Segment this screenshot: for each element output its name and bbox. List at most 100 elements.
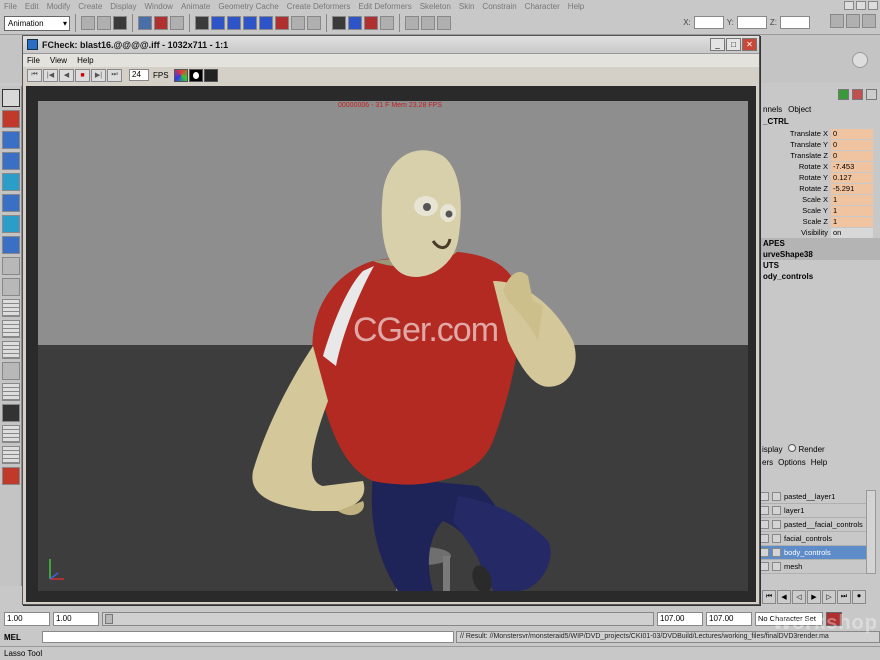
attribute-value[interactable]: 1	[831, 194, 873, 205]
fcheck-menu-view[interactable]: View	[50, 56, 67, 65]
template-toggle[interactable]	[772, 548, 781, 557]
menu-display[interactable]: Display	[106, 2, 140, 11]
stop-icon[interactable]: ■	[75, 68, 90, 82]
options-menu[interactable]: Options	[778, 458, 806, 470]
first-frame-icon[interactable]: ⏮	[27, 68, 42, 82]
menu-character[interactable]: Character	[521, 2, 564, 11]
attribute-row[interactable]: Rotate Y 0.127	[761, 172, 880, 183]
graph-editor-layout-icon[interactable]	[2, 446, 20, 464]
x-field[interactable]	[693, 16, 724, 29]
attribute-row[interactable]: Rotate X -7.453	[761, 161, 880, 172]
command-input[interactable]	[42, 631, 454, 643]
attribute-value[interactable]: -5.291	[831, 183, 873, 194]
snap-grid-icon[interactable]	[332, 16, 346, 30]
fcheck-menu-help[interactable]: Help	[77, 56, 93, 65]
layer-row[interactable]: mesh	[760, 560, 870, 574]
open-scene-icon[interactable]	[97, 16, 111, 30]
rotate-tool-icon[interactable]	[2, 173, 20, 191]
menu-help[interactable]: Help	[564, 2, 588, 11]
minimize-button[interactable]: _	[710, 38, 725, 51]
ipr-render-icon[interactable]	[421, 16, 435, 30]
move-tool-icon[interactable]	[2, 152, 20, 170]
attribute-row[interactable]: Scale Y1	[761, 205, 880, 216]
attribute-row[interactable]: Scale X1	[761, 194, 880, 205]
play-forward-icon[interactable]: ▶	[807, 590, 821, 604]
select-component-icon[interactable]	[170, 16, 184, 30]
attribute-value[interactable]: 0	[831, 150, 873, 161]
y-field[interactable]	[736, 16, 767, 29]
lasso-tool-icon[interactable]	[2, 110, 20, 128]
visibility-toggle[interactable]	[760, 562, 769, 571]
z-field[interactable]	[780, 16, 810, 29]
shape-node-name[interactable]: urveShape38	[761, 249, 880, 260]
select-object-icon[interactable]	[154, 16, 168, 30]
rgb-channel-icon[interactable]	[173, 68, 188, 82]
object-menu[interactable]: Object	[788, 105, 811, 114]
layer-row[interactable]: pasted__facial_controls	[760, 518, 870, 532]
visibility-toggle[interactable]	[760, 520, 769, 529]
close-button[interactable]: ✕	[742, 38, 757, 51]
end-time-field[interactable]: 107.00	[706, 612, 752, 626]
play-back-icon[interactable]: ◀	[59, 68, 74, 82]
attribute-row[interactable]: Translate X0	[761, 128, 880, 139]
maximize-button[interactable]: □	[726, 38, 741, 51]
attribute-row[interactable]: Scale Z1	[761, 216, 880, 227]
visibility-toggle[interactable]	[760, 534, 769, 543]
attribute-value[interactable]: 0	[831, 128, 873, 139]
render-icon[interactable]	[405, 16, 419, 30]
fps-field[interactable]: 24	[129, 69, 149, 81]
last-frame-icon[interactable]: ⏭	[107, 68, 122, 82]
layer-row[interactable]: facial_controls	[760, 532, 870, 546]
attribute-editor-toggle-icon[interactable]	[866, 88, 877, 100]
four-pane-layout-icon[interactable]	[2, 320, 20, 338]
attribute-row[interactable]: Translate Y0	[761, 139, 880, 150]
template-toggle[interactable]	[772, 492, 781, 501]
mask-surfaces-icon[interactable]	[243, 16, 257, 30]
menu-edit[interactable]: Edit	[21, 2, 43, 11]
select-tool-icon[interactable]	[2, 89, 20, 107]
maximize-icon[interactable]	[856, 1, 866, 10]
menu-skeleton[interactable]: Skeleton	[416, 2, 455, 11]
visibility-toggle[interactable]	[760, 548, 769, 557]
play-backward-icon[interactable]: ◁	[792, 590, 806, 604]
step-back-icon[interactable]: ◀	[777, 590, 791, 604]
mel-label[interactable]: MEL	[4, 633, 40, 642]
paint-select-tool-icon[interactable]	[2, 131, 20, 149]
menu-create-deformers[interactable]: Create Deformers	[283, 2, 355, 11]
mask-rendering-icon[interactable]	[291, 16, 305, 30]
input-node-name[interactable]: ody_controls	[761, 271, 880, 282]
template-toggle[interactable]	[772, 520, 781, 529]
mask-handles-icon[interactable]	[195, 16, 209, 30]
attribute-value[interactable]: 0.127	[831, 172, 873, 183]
layer-row[interactable]: pasted__layer1	[760, 490, 870, 504]
go-to-end-icon[interactable]: ⏭	[837, 590, 851, 604]
visibility-toggle[interactable]	[760, 492, 769, 501]
layer-scrollbar[interactable]	[866, 490, 876, 574]
go-to-start-icon[interactable]: ⏮	[762, 590, 776, 604]
menu-constrain[interactable]: Constrain	[478, 2, 520, 11]
last-tool-icon[interactable]	[2, 278, 20, 296]
select-hierarchy-icon[interactable]	[138, 16, 152, 30]
persp-hypergraph-layout-icon[interactable]	[2, 404, 20, 422]
visibility-toggle[interactable]	[760, 506, 769, 515]
scale-tool-icon[interactable]	[2, 194, 20, 212]
persp-outliner-layout-icon[interactable]	[2, 341, 20, 359]
single-pane-layout-icon[interactable]	[2, 299, 20, 317]
menu-create[interactable]: Create	[74, 2, 106, 11]
menu-file[interactable]: File	[0, 2, 21, 11]
layer-editor-icon[interactable]	[852, 88, 863, 100]
attribute-row[interactable]: Rotate Z -5.291	[761, 183, 880, 194]
outliner-layout-icon[interactable]	[2, 425, 20, 443]
template-toggle[interactable]	[772, 534, 781, 543]
menu-geometry-cache[interactable]: Geometry Cache	[214, 2, 282, 11]
channel-box-icon[interactable]	[838, 88, 849, 100]
template-toggle[interactable]	[772, 562, 781, 571]
render-globals-icon[interactable]	[437, 16, 451, 30]
menu-edit-deformers[interactable]: Edit Deformers	[354, 2, 415, 11]
layers-menu[interactable]: ers	[762, 458, 773, 470]
new-scene-icon[interactable]	[81, 16, 95, 30]
attribute-value[interactable]: 1	[831, 216, 873, 227]
custom-layout-icon[interactable]	[2, 467, 20, 485]
layer-row[interactable]: layer1	[760, 504, 870, 518]
menu-window[interactable]: Window	[141, 2, 177, 11]
